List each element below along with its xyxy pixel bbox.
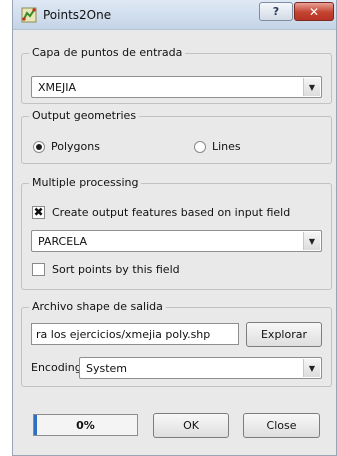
create-by-field-label: Create output features based on input fi… (52, 206, 291, 219)
lines-radio[interactable] (194, 141, 206, 153)
close-button-label: Close (266, 419, 297, 432)
encoding-value: System (86, 362, 128, 375)
points2one-dialog: Points2One ? ✕ Capa de puntos de entrada… (12, 0, 337, 456)
output-file-group-title: Archivo shape de salida (29, 300, 166, 313)
polygons-label: Polygons (51, 140, 100, 153)
lines-label: Lines (212, 140, 241, 153)
chevron-down-icon: ▼ (303, 359, 320, 377)
polygons-radio[interactable] (33, 141, 45, 153)
browse-button[interactable]: Explorar (246, 322, 322, 347)
field-value: PARCELA (38, 235, 88, 248)
input-layer-value: XMEJIA (38, 81, 76, 94)
sort-points-label: Sort points by this field (52, 263, 180, 276)
close-button[interactable]: Close (243, 413, 320, 438)
window-title: Points2One (43, 8, 112, 22)
create-by-field-checkbox[interactable]: ✖ (32, 206, 45, 219)
chevron-down-icon: ▼ (303, 232, 320, 250)
progress-bar: 0% (33, 414, 138, 436)
encoding-select[interactable]: System ▼ (79, 357, 322, 379)
output-path-input[interactable]: ra los ejercicios/xmejia poly.shp (31, 323, 239, 345)
help-icon: ? (272, 5, 280, 18)
close-icon: ✕ (308, 4, 320, 19)
help-button[interactable]: ? (259, 2, 293, 21)
chevron-down-icon: ▼ (303, 78, 320, 96)
window-close-button[interactable]: ✕ (294, 2, 334, 21)
progress-text: 0% (76, 419, 95, 432)
input-layer-group: Capa de puntos de entrada XMEJIA ▼ (21, 46, 332, 104)
output-geometries-group-title: Output geometries (29, 109, 140, 122)
title-bar[interactable]: Points2One ? ✕ (13, 0, 336, 30)
output-geometries-group: Output geometries Polygons Lines (21, 109, 332, 164)
input-layer-group-title: Capa de puntos de entrada (29, 46, 186, 59)
output-path-value: ra los ejercicios/xmejia poly.shp (36, 328, 211, 341)
browse-button-label: Explorar (260, 328, 307, 341)
multiple-processing-group: Multiple processing ✖ Create output feat… (21, 176, 332, 290)
encoding-label: Encoding (31, 361, 82, 374)
ok-button-label: OK (183, 419, 199, 432)
multiple-processing-group-title: Multiple processing (29, 176, 142, 189)
ok-button[interactable]: OK (153, 413, 229, 438)
field-select[interactable]: PARCELA ▼ (31, 230, 322, 252)
sort-points-checkbox[interactable] (32, 263, 45, 276)
output-file-group: Archivo shape de salida ra los ejercicio… (21, 300, 332, 387)
input-layer-select[interactable]: XMEJIA ▼ (31, 76, 322, 98)
points2one-app-icon (21, 7, 37, 23)
